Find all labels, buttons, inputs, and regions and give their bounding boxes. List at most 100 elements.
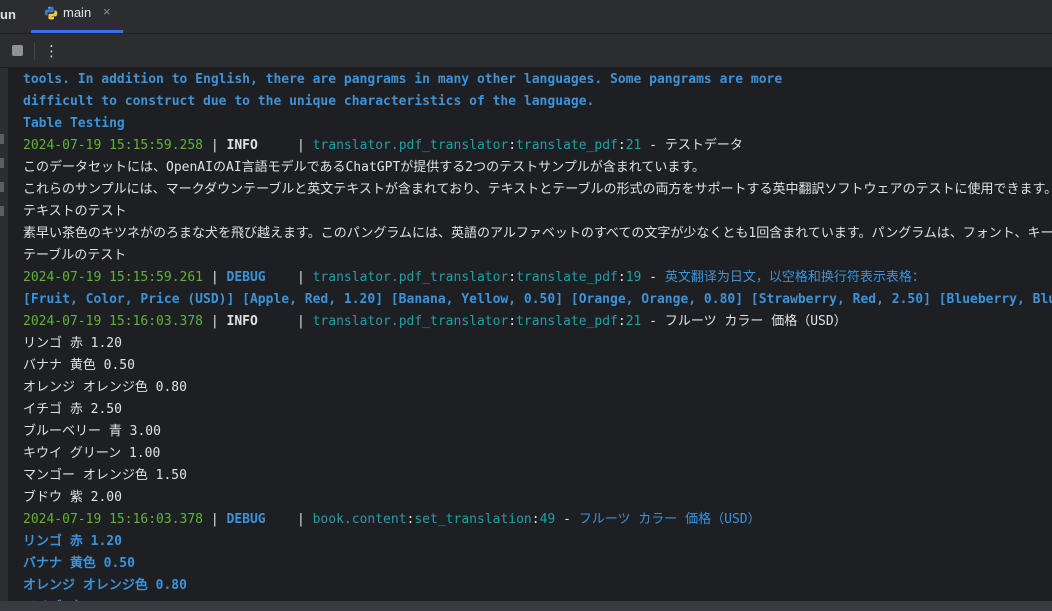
console-line: キウイ グリーン 1.00: [23, 443, 1052, 465]
log-message: フルーツ カラー 価格（USD）: [664, 314, 847, 329]
console-line: テーブルのテスト: [23, 245, 1052, 267]
stop-button[interactable]: [12, 45, 23, 56]
tab-main[interactable]: main ×: [31, 0, 123, 33]
log-module: translator.pdf_translator: [312, 138, 509, 153]
gutter-marker: [0, 206, 4, 216]
log-timestamp: 2024-07-19 15:15:59.258: [23, 138, 204, 153]
console-line: 2024-07-19 15:15:59.261 | DEBUG | transl…: [23, 267, 1052, 289]
log-separator: |: [296, 314, 313, 329]
log-colon: :: [508, 138, 517, 153]
output-text: これらのサンプルには、マークダウンテーブルと英文テキストが含まれており、テキスト…: [23, 182, 1052, 197]
output-text: リンゴ 赤 1.20: [23, 336, 122, 351]
log-colon: :: [531, 512, 540, 527]
console-line: [Fruit, Color, Price (USD)] [Apple, Red,…: [23, 289, 1052, 311]
toolbar-divider: [34, 42, 35, 60]
log-message: フルーツ カラー 価格（USD）: [578, 512, 761, 527]
log-colon: :: [508, 314, 517, 329]
log-colon: :: [617, 270, 626, 285]
more-options-icon[interactable]: ⋮: [44, 41, 59, 61]
console-line: バナナ 黄色 0.50: [23, 355, 1052, 377]
output-text: difficult to construct due to the unique…: [23, 94, 595, 109]
log-function: translate_pdf: [516, 314, 618, 329]
log-separator: |: [203, 138, 227, 153]
log-line-number: 49: [539, 512, 556, 527]
python-icon: [44, 6, 58, 20]
log-colon: :: [617, 138, 626, 153]
log-separator: |: [203, 270, 227, 285]
close-icon[interactable]: ×: [103, 4, 111, 19]
log-colon: :: [617, 314, 626, 329]
console-line: バナナ 黄色 0.50: [23, 553, 1052, 575]
output-text: ブドウ 紫 2.00: [23, 490, 122, 505]
log-timestamp: 2024-07-19 15:16:03.378: [23, 512, 204, 527]
console-line: 2024-07-19 15:16:03.378 | INFO | transla…: [23, 311, 1052, 333]
log-line-number: 21: [625, 314, 642, 329]
console-gutter: [0, 68, 8, 611]
console-line: これらのサンプルには、マークダウンテーブルと英文テキストが含まれており、テキスト…: [23, 179, 1052, 201]
console-line: オレンジ オレンジ色 0.80: [23, 575, 1052, 597]
gutter-marker: [0, 158, 4, 168]
console-line: 2024-07-19 15:15:59.258 | INFO | transla…: [23, 135, 1052, 157]
log-separator: |: [296, 138, 313, 153]
log-timestamp: 2024-07-19 15:16:03.378: [23, 314, 204, 329]
log-dash: -: [641, 314, 665, 329]
log-dash: -: [641, 270, 665, 285]
log-message: テストデータ: [664, 138, 743, 153]
output-text: オレンジ オレンジ色 0.80: [23, 578, 187, 593]
console-line: テキストのテスト: [23, 201, 1052, 223]
output-text: イチゴ 赤 2.50: [23, 402, 122, 417]
console-line: オレンジ オレンジ色 0.80: [23, 377, 1052, 399]
console-line: 素早い茶色のキツネがのろまな犬を飛び越えます。このパングラムには、英語のアルファ…: [23, 223, 1052, 245]
log-module: translator.pdf_translator: [312, 270, 509, 285]
log-level: INFO: [226, 314, 297, 329]
console-line: tools. In addition to English, there are…: [23, 69, 1052, 91]
console-line: ブドウ 紫 2.00: [23, 487, 1052, 509]
output-text: 素早い茶色のキツネがのろまな犬を飛び越えます。このパングラムには、英語のアルファ…: [23, 226, 1052, 241]
output-text: バナナ 黄色 0.50: [23, 556, 135, 571]
log-dash: -: [555, 512, 579, 527]
log-module: book.content: [312, 512, 407, 527]
gutter-marker: [0, 182, 4, 192]
run-toolbar: ⋮: [0, 34, 1052, 68]
console-line: イチゴ 赤 2.50: [23, 399, 1052, 421]
output-text: テキストのテスト: [23, 204, 127, 219]
console-line: このデータセットには、OpenAIのAI言語モデルであるChatGPTが提供する…: [23, 157, 1052, 179]
log-line-number: 21: [625, 138, 642, 153]
console-line: difficult to construct due to the unique…: [23, 91, 1052, 113]
console-output[interactable]: tools. In addition to English, there are…: [23, 69, 1052, 611]
tool-window-header: un main ×: [0, 0, 1052, 34]
log-timestamp: 2024-07-19 15:15:59.261: [23, 270, 204, 285]
output-text: このデータセットには、OpenAIのAI言語モデルであるChatGPTが提供する…: [23, 160, 706, 175]
log-level: INFO: [226, 138, 297, 153]
log-message: 英文翻译为日文，以空格和换行符表示表格：: [664, 270, 925, 285]
console-line: Table Testing: [23, 113, 1052, 135]
horizontal-scrollbar[interactable]: [0, 601, 1052, 611]
console-line: 2024-07-19 15:16:03.378 | DEBUG | book.c…: [23, 509, 1052, 531]
console-line: リンゴ 赤 1.20: [23, 333, 1052, 355]
run-tool-window-title: un: [0, 7, 16, 22]
output-text: オレンジ オレンジ色 0.80: [23, 380, 187, 395]
log-level: DEBUG: [226, 512, 297, 527]
log-level: DEBUG: [226, 270, 297, 285]
output-text: tools. In addition to English, there are…: [23, 72, 783, 87]
log-separator: |: [203, 314, 227, 329]
log-separator: |: [296, 512, 313, 527]
log-colon: :: [508, 270, 517, 285]
log-line-number: 19: [625, 270, 642, 285]
gutter-marker: [0, 134, 4, 144]
log-function: translate_pdf: [516, 138, 618, 153]
output-text: [Fruit, Color, Price (USD)] [Apple, Red,…: [23, 292, 1052, 307]
output-text: Table Testing: [23, 116, 125, 131]
output-text: キウイ グリーン 1.00: [23, 446, 161, 461]
output-text: リンゴ 赤 1.20: [23, 534, 122, 549]
log-separator: |: [296, 270, 313, 285]
output-text: マンゴー オレンジ色 1.50: [23, 468, 187, 483]
output-text: バナナ 黄色 0.50: [23, 358, 135, 373]
console-line: リンゴ 赤 1.20: [23, 531, 1052, 553]
log-function: translate_pdf: [516, 270, 618, 285]
output-text: ブルーベリー 青 3.00: [23, 424, 161, 439]
log-dash: -: [641, 138, 665, 153]
console-line: ブルーベリー 青 3.00: [23, 421, 1052, 443]
console-line: マンゴー オレンジ色 1.50: [23, 465, 1052, 487]
tab-main-label: main: [63, 5, 92, 20]
